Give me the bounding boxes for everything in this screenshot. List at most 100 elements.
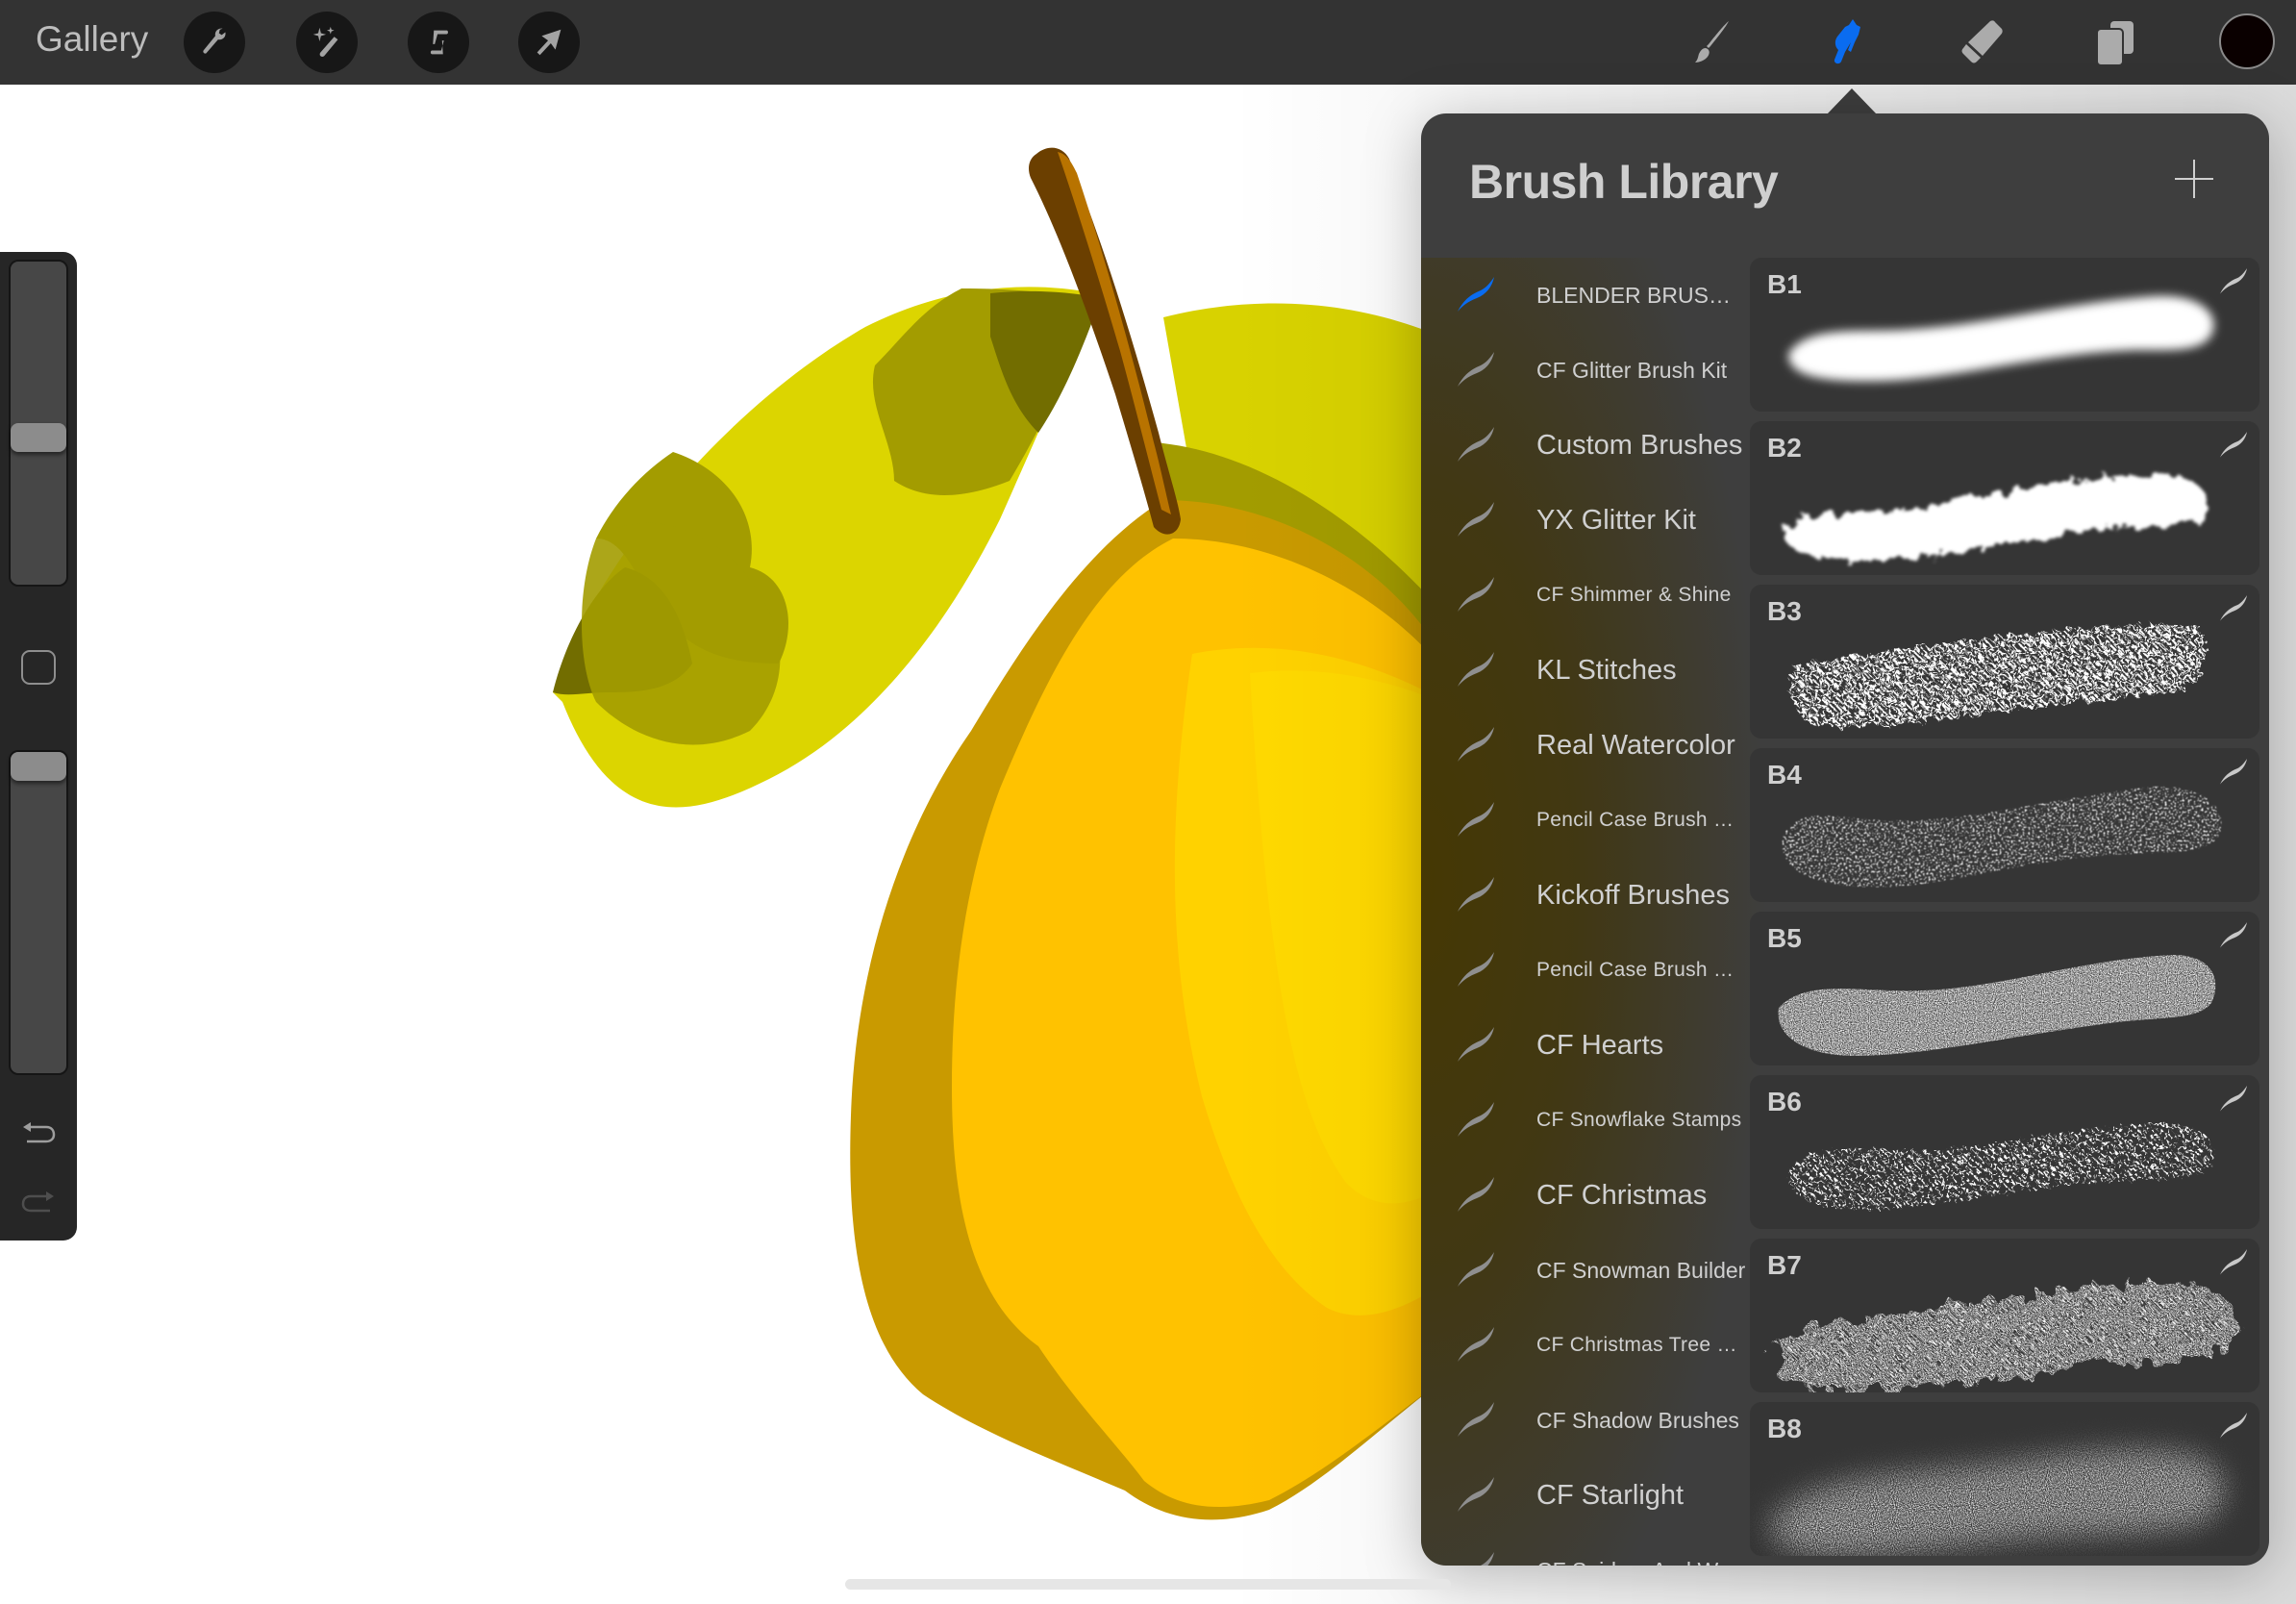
- brush-stroke-preview: [1771, 1281, 2239, 1392]
- brush-set-item[interactable]: CF Shadow Brushes: [1421, 1383, 1750, 1458]
- brush-name: B4: [1767, 760, 1802, 789]
- actions-button[interactable]: [184, 12, 245, 73]
- adjustments-button[interactable]: [296, 12, 358, 73]
- brush-stroke-preview: [1778, 955, 2216, 1056]
- brush-set-label: CF Christmas Tree St...: [1536, 1334, 1746, 1356]
- brush-set-label: BLENDER BRUSHES: [1536, 282, 1746, 308]
- brush-size-slider[interactable]: [9, 260, 68, 587]
- brush-stroke-icon: [1458, 1177, 1494, 1212]
- brush-stroke-icon: [1458, 1102, 1494, 1137]
- brush-list[interactable]: B1 B2 B3 B4 B5 B6 B7 B8: [1750, 258, 2269, 1566]
- brush-icon: [1695, 21, 1729, 63]
- brush-stroke-icon: [1458, 877, 1494, 912]
- brush-stroke-preview: [1789, 624, 2206, 728]
- selection-button[interactable]: [408, 12, 469, 73]
- brush-name: B6: [1767, 1087, 1802, 1116]
- gallery-button[interactable]: Gallery: [36, 19, 148, 60]
- brush-name: B5: [1767, 923, 1802, 953]
- brush-set-item[interactable]: CF Starlight: [1421, 1458, 1750, 1533]
- left-sidebar: [0, 252, 77, 1241]
- brush-stroke-icon: [2219, 1248, 2248, 1275]
- brush-set-item[interactable]: Pencil Case Brush Pa...: [1421, 933, 1750, 1008]
- brush-set-label: CF Shimmer & Shine: [1536, 584, 1732, 606]
- brush-set-item[interactable]: CF Glitter Brush Kit: [1421, 333, 1750, 408]
- brush-size-slider-thumb[interactable]: [11, 423, 66, 453]
- brush-stroke-preview: [1770, 1449, 2225, 1556]
- brush-name: B1: [1767, 269, 1802, 299]
- modify-button[interactable]: [21, 650, 56, 685]
- redo-button[interactable]: [17, 1181, 60, 1219]
- brush-set-item[interactable]: CF Spiders And Webs: [1421, 1533, 1750, 1566]
- brush-card[interactable]: B6: [1750, 1075, 2259, 1229]
- brush-stroke-icon: [2219, 267, 2248, 294]
- brush-set-item[interactable]: CF Snowflake Stamps: [1421, 1083, 1750, 1158]
- eraser-tool-button[interactable]: [1950, 12, 2011, 73]
- magic-wand-icon: [312, 26, 338, 57]
- brush-card[interactable]: B8: [1750, 1402, 2259, 1556]
- brush-stroke-icon: [2219, 431, 2248, 458]
- brush-set-item[interactable]: Real Watercolor: [1421, 708, 1750, 783]
- popover-arrow: [1827, 88, 1877, 114]
- plus-icon: [2175, 160, 2213, 198]
- brush-set-item[interactable]: CF Hearts: [1421, 1008, 1750, 1083]
- undo-icon: [23, 1122, 56, 1143]
- brush-set-label: CF Spiders And Webs: [1536, 1558, 1746, 1566]
- brush-set-label: CF Snowflake Stamps: [1536, 1109, 1742, 1131]
- brush-stroke-icon: [1458, 427, 1494, 462]
- brush-stroke-icon: [1458, 1402, 1494, 1437]
- brush-stroke-icon: [2219, 758, 2248, 785]
- brush-set-item[interactable]: Pencil Case Brush Pa...: [1421, 783, 1750, 858]
- brush-set-label: CF Shadow Brushes: [1536, 1407, 1739, 1433]
- brush-set-list[interactable]: BLENDER BRUSHES CF Glitter Brush Kit Custo…: [1421, 250, 1750, 1566]
- brush-stroke-preview: [1783, 474, 2208, 562]
- brush-set-item[interactable]: CF Christmas: [1421, 1158, 1750, 1233]
- brush-card[interactable]: B5: [1750, 912, 2259, 1065]
- brush-set-label: KL Stitches: [1536, 654, 1677, 686]
- brush-card[interactable]: B2: [1750, 421, 2259, 575]
- brush-set-item[interactable]: CF Christmas Tree St...: [1421, 1308, 1750, 1383]
- brush-stroke-preview: [1787, 1123, 2214, 1210]
- add-brush-set-button[interactable]: [2173, 158, 2215, 200]
- brush-set-label: YX Glitter Kit: [1536, 504, 1696, 536]
- brush-card[interactable]: B3: [1750, 585, 2259, 739]
- brush-set-item[interactable]: Kickoff Brushes: [1421, 858, 1750, 933]
- brush-set-item[interactable]: Custom Brushes: [1421, 408, 1750, 483]
- brush-stroke-preview: [1782, 786, 2222, 888]
- brush-card[interactable]: B1: [1750, 258, 2259, 412]
- brush-set-item[interactable]: CF Snowman Builder: [1421, 1233, 1750, 1308]
- brush-card[interactable]: B7: [1750, 1239, 2259, 1392]
- brush-stroke-icon: [1458, 277, 1494, 312]
- home-indicator[interactable]: [845, 1579, 1451, 1590]
- brush-stroke-icon: [1458, 1327, 1494, 1362]
- brush-library-panel: Brush Library BLENDER BRUSHES CF Glitter …: [1421, 113, 2269, 1566]
- brush-set-label: Kickoff Brushes: [1536, 879, 1730, 911]
- brush-set-item[interactable]: KL Stitches: [1421, 633, 1750, 708]
- transform-button[interactable]: [518, 12, 580, 73]
- undo-button[interactable]: [17, 1112, 60, 1150]
- opacity-slider-thumb[interactable]: [11, 752, 66, 781]
- brush-card[interactable]: B4: [1750, 748, 2259, 902]
- layers-tool-button[interactable]: [2084, 12, 2146, 73]
- brush-set-label: CF Glitter Brush Kit: [1536, 357, 1728, 383]
- brush-set-item[interactable]: CF Shimmer & Shine: [1421, 558, 1750, 633]
- smudge-finger-icon: [1834, 19, 1860, 64]
- brush-stroke-preview: [1788, 295, 2214, 382]
- brush-set-label: CF Christmas: [1536, 1179, 1708, 1211]
- brush-name: B3: [1767, 596, 1802, 626]
- opacity-slider[interactable]: [9, 750, 68, 1075]
- brush-set-label: Pencil Case Brush Pa...: [1536, 959, 1746, 981]
- layers-icon: [2096, 21, 2134, 66]
- paint-tool-button[interactable]: [1680, 12, 1741, 73]
- brush-stroke-icon: [2219, 594, 2248, 621]
- brush-set-item[interactable]: BLENDER BRUSHES: [1421, 258, 1750, 333]
- brush-set-label: CF Starlight: [1536, 1479, 1685, 1511]
- brush-set-label: Pencil Case Brush Pa...: [1536, 809, 1746, 831]
- brush-stroke-icon: [1458, 1027, 1494, 1062]
- brush-set-label: Custom Brushes: [1536, 429, 1743, 461]
- brush-set-item[interactable]: YX Glitter Kit: [1421, 483, 1750, 558]
- brush-stroke-icon: [1458, 502, 1494, 537]
- brush-stroke-icon: [1458, 1252, 1494, 1287]
- brush-set-label: Real Watercolor: [1536, 729, 1735, 761]
- color-picker-button[interactable]: [2219, 13, 2275, 69]
- smudge-tool-button[interactable]: [1814, 12, 1876, 73]
